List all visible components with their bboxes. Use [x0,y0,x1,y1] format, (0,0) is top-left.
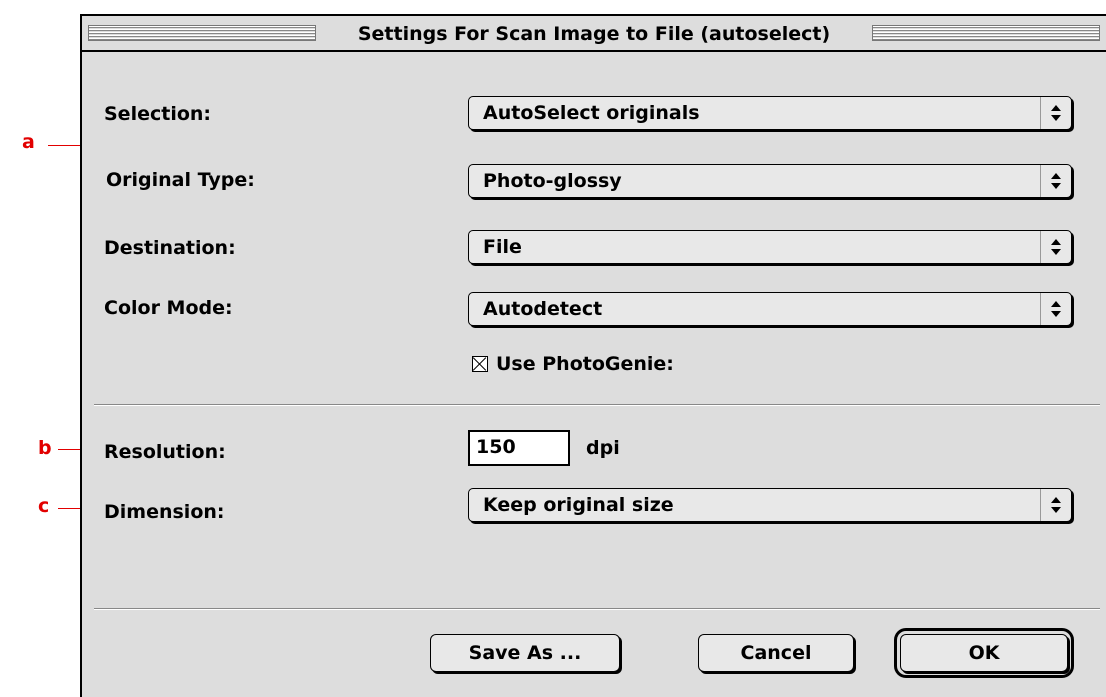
section-divider [94,404,1100,406]
original-type-popup[interactable]: Photo-glossy [468,164,1072,198]
color-mode-label: Color Mode: [104,297,233,319]
resolution-unit: dpi [586,437,620,459]
updown-arrows-icon [1040,165,1071,197]
updown-arrows-icon [1040,97,1071,129]
photogenie-label[interactable]: Use PhotoGenie: [496,352,674,376]
selection-value: AutoSelect originals [483,102,700,124]
save-as-button[interactable]: Save As ... [430,634,620,672]
title-bar[interactable]: Settings For Scan Image to File (autosel… [82,16,1106,52]
updown-arrows-icon [1040,293,1071,325]
photogenie-checkbox[interactable] [472,356,488,372]
callout-a-label: a [22,131,35,153]
ok-button[interactable]: OK [894,628,1074,678]
color-mode-value: Autodetect [483,298,603,320]
destination-popup[interactable]: File [468,230,1072,264]
footer-divider [94,608,1100,610]
destination-value: File [483,236,522,258]
window-title: Settings For Scan Image to File (autosel… [318,20,870,48]
title-bar-stripes-left [88,25,316,41]
destination-label: Destination: [104,237,236,259]
settings-dialog: Settings For Scan Image to File (autosel… [80,14,1106,697]
resolution-label: Resolution: [104,441,226,463]
selection-popup[interactable]: AutoSelect originals [468,96,1072,130]
dimension-value: Keep original size [483,494,674,516]
updown-arrows-icon [1040,489,1071,521]
callout-b-label: b [38,437,52,459]
original-type-label: Original Type: [106,169,255,191]
callout-c-label: c [38,495,50,517]
color-mode-popup[interactable]: Autodetect [468,292,1072,326]
updown-arrows-icon [1040,231,1071,263]
dimension-popup[interactable]: Keep original size [468,488,1072,522]
resolution-field[interactable] [468,430,570,466]
dimension-label: Dimension: [104,501,225,523]
original-type-value: Photo-glossy [483,170,622,192]
cancel-button[interactable]: Cancel [698,634,854,672]
title-bar-stripes-right [872,25,1100,41]
resolution-input[interactable] [470,432,566,462]
selection-label: Selection: [104,103,212,125]
